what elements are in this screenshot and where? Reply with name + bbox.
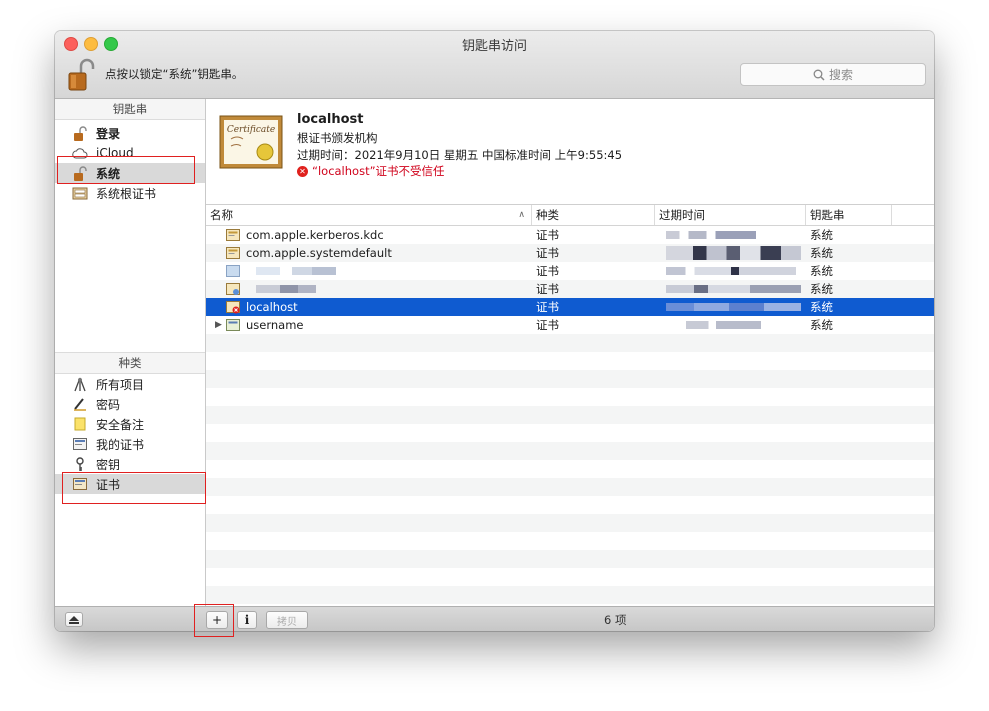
note-icon: [72, 416, 88, 432]
certificate-issuer: 根证书颁发机构: [297, 131, 378, 145]
sidebar-item-system-roots[interactable]: 系统根证书: [55, 183, 205, 203]
column-header-expires[interactable]: 过期时间: [655, 205, 806, 225]
unlocked-padlock-icon[interactable]: [67, 58, 95, 92]
keychains-header: 钥匙串: [55, 99, 205, 120]
expiry-redacted: [666, 262, 801, 280]
lock-status-text: 点按以锁定“系统”钥匙串。: [105, 67, 244, 81]
category-label: 密码: [96, 397, 121, 412]
certificate-icon: [226, 319, 240, 331]
annotation-box-certificates: [62, 472, 206, 504]
disclosure-triangle-icon[interactable]: ▶: [215, 316, 222, 334]
table-row[interactable]: 证书 系统: [206, 280, 934, 298]
column-header-name[interactable]: 名称 ∧: [206, 205, 532, 225]
table-row-selected[interactable]: localhost 证书 系统: [206, 298, 934, 316]
expiry-redacted: [666, 280, 801, 298]
category-label: 密钥: [96, 457, 121, 472]
certificate-icon: [226, 283, 240, 295]
annotation-box-add: [194, 604, 234, 637]
titlebar: 钥匙串访问 点按以锁定“系统”钥匙串。 搜索: [55, 31, 934, 99]
sort-ascending-icon: ∧: [518, 210, 525, 220]
sidebar-item-login[interactable]: 登录: [55, 123, 205, 143]
copy-button[interactable]: 拷贝: [266, 611, 308, 629]
certificate-badge-icon: Certificate: [219, 115, 283, 169]
column-header-kind[interactable]: 种类: [532, 205, 655, 225]
expiry-redacted: [666, 298, 801, 316]
certificate-icon: [72, 436, 88, 452]
untrusted-certificate-icon: [226, 301, 240, 314]
sidebar-item-label: 登录: [96, 126, 121, 141]
certificate-detail: Certificate localhost 根证书颁发机构 过期时间：2021年…: [206, 99, 934, 205]
category-label: 所有项目: [96, 377, 145, 392]
eject-icon: [69, 615, 79, 624]
certificate-name: localhost: [297, 112, 364, 127]
expiry-redacted: [666, 226, 801, 244]
table-row[interactable]: ▶ username 证书 系统: [206, 316, 934, 334]
category-passwords[interactable]: 密码: [55, 394, 205, 414]
keys-icon: [72, 376, 88, 392]
name-redacted: [246, 262, 526, 280]
sidebar-item-label: 系统根证书: [96, 186, 157, 201]
certificate-expiry: 过期时间：2021年9月10日 星期五 中国标准时间 上午9:55:45: [297, 148, 623, 162]
name-redacted: [246, 280, 526, 298]
error-icon: ✕: [297, 165, 308, 177]
expiry-redacted: [666, 316, 801, 334]
cabinet-icon: [72, 185, 88, 201]
category-all-items[interactable]: 所有项目: [55, 374, 205, 394]
column-header-keychain[interactable]: 钥匙串: [806, 205, 892, 225]
certificate-icon: [226, 229, 240, 241]
bottom-toolbar: + i 拷贝 6 项: [55, 606, 934, 631]
window-title: 钥匙串访问: [461, 39, 527, 54]
trust-warning-text: “localhost”证书不受信任: [312, 164, 445, 178]
search-field[interactable]: 搜索: [740, 63, 926, 86]
table-row[interactable]: com.apple.systemdefault 证书 系统: [206, 244, 934, 262]
table-row[interactable]: 证书 系统: [206, 262, 934, 280]
pencil-icon: [72, 396, 88, 412]
lock-icon: [72, 125, 88, 141]
trust-warning: ✕ “localhost”证书不受信任: [297, 163, 445, 179]
key-icon: [72, 456, 88, 472]
search-placeholder: 搜索: [828, 68, 853, 82]
category-header: 种类: [55, 352, 205, 374]
table-header: 名称 ∧ 种类 过期时间 钥匙串: [206, 205, 934, 226]
category-keys[interactable]: 密钥: [55, 454, 205, 474]
certificate-icon: [226, 265, 240, 277]
item-count: 6 项: [604, 613, 627, 627]
expiry-redacted: [666, 244, 801, 262]
main-panel: Certificate localhost 根证书颁发机构 过期时间：2021年…: [206, 99, 934, 631]
info-button[interactable]: i: [237, 611, 257, 629]
show-sidebar-button[interactable]: [65, 612, 83, 627]
search-icon: [813, 69, 825, 81]
category-secure-notes[interactable]: 安全备注: [55, 414, 205, 434]
category-label: 我的证书: [96, 437, 145, 452]
keychain-access-window: 钥匙串访问 点按以锁定“系统”钥匙串。 搜索 钥匙串 登录 iCloud 系统 …: [55, 31, 934, 631]
certificate-icon: [226, 247, 240, 259]
annotation-box-system: [57, 156, 195, 184]
certificate-table: com.apple.kerberos.kdc 证书 系统 com.apple.s…: [206, 226, 934, 631]
category-my-certificates[interactable]: 我的证书: [55, 434, 205, 454]
category-label: 安全备注: [96, 417, 145, 432]
certificate-badge-text: Certificate: [227, 125, 275, 135]
table-row[interactable]: com.apple.kerberos.kdc 证书 系统: [206, 226, 934, 244]
